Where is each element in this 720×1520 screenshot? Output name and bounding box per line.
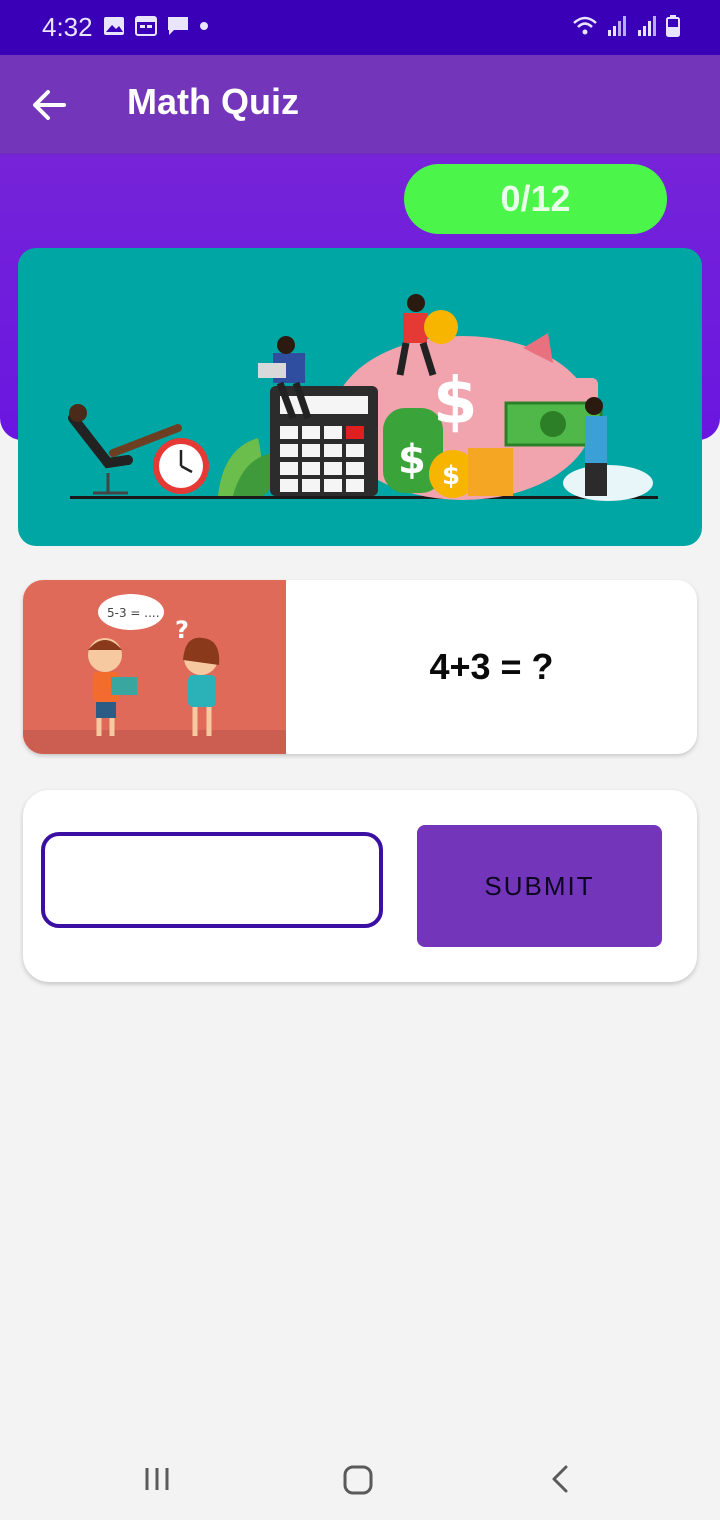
score-text: 0/12 bbox=[500, 178, 571, 219]
status-time: 4:32 bbox=[42, 12, 93, 42]
home-icon[interactable] bbox=[342, 1464, 374, 1496]
calendar-icon bbox=[135, 16, 157, 36]
submit-button[interactable]: SUBMIT bbox=[417, 825, 662, 947]
status-right-icons bbox=[572, 15, 680, 37]
kids-thinking-image: 5-3 = .... ? bbox=[23, 580, 286, 754]
status-left-icons bbox=[103, 15, 209, 37]
status-bar: 4:32 bbox=[0, 0, 720, 55]
kids-illustration: 5-3 = .... ? bbox=[23, 594, 286, 754]
answer-input[interactable] bbox=[41, 832, 383, 928]
dot-icon bbox=[200, 22, 208, 30]
signal-icon bbox=[608, 16, 626, 36]
svg-text:$: $ bbox=[433, 365, 478, 439]
page-title: Math Quiz bbox=[127, 81, 299, 122]
question-card: 5-3 = .... ? 4+3 = ? bbox=[23, 580, 697, 754]
message-icon bbox=[168, 17, 188, 35]
score-badge: 0/12 bbox=[404, 164, 667, 234]
arrow-left-icon[interactable] bbox=[28, 85, 72, 125]
image-icon bbox=[104, 17, 124, 35]
answer-card: SUBMIT bbox=[23, 790, 697, 982]
banner-illustration: $ $ $ bbox=[68, 294, 658, 501]
finance-banner-image: $ $ $ bbox=[18, 248, 702, 546]
app-bar: Math Quiz bbox=[0, 55, 720, 154]
signal-icon-2 bbox=[638, 16, 656, 36]
svg-text:$: $ bbox=[442, 461, 460, 491]
wifi-icon bbox=[573, 16, 597, 35]
svg-text:$: $ bbox=[398, 437, 426, 483]
back-icon[interactable] bbox=[548, 1464, 572, 1494]
recent-apps-icon[interactable] bbox=[143, 1464, 173, 1494]
svg-text:?: ? bbox=[175, 616, 189, 644]
question-text: 4+3 = ? bbox=[429, 646, 554, 687]
bubble-text: 5-3 = .... bbox=[107, 606, 160, 620]
battery-icon bbox=[666, 15, 680, 37]
system-nav-bar bbox=[0, 1438, 720, 1520]
